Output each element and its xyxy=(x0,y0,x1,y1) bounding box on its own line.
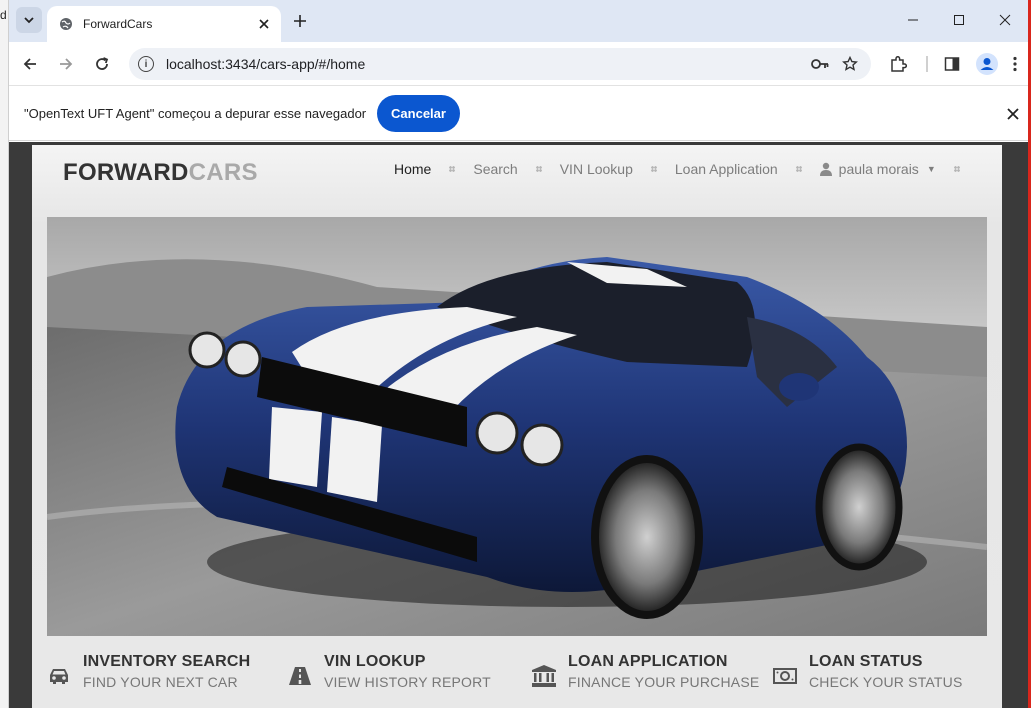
site-logo[interactable]: FORWARDCARS xyxy=(63,159,258,187)
feature-text: LOAN STATUS CHECK YOUR STATUS xyxy=(809,653,963,705)
feature-title: INVENTORY SEARCH xyxy=(83,653,251,670)
feature-vin-lookup[interactable]: VIN LOOKUP VIEW HISTORY REPORT xyxy=(286,653,491,705)
user-name: paula morais xyxy=(838,161,919,177)
browser-window: ForwardCars i localhost:3434/cars-app/#/… xyxy=(9,0,1028,708)
hero-car-illustration xyxy=(47,217,987,636)
bank-icon xyxy=(530,662,558,690)
star-icon xyxy=(842,56,858,71)
nav-loan-application[interactable]: Loan Application xyxy=(675,161,778,177)
minimize-button[interactable] xyxy=(890,0,936,40)
logo-forward: FORWARD xyxy=(63,159,189,186)
feature-text: LOAN APPLICATION FINANCE YOUR PURCHASE xyxy=(568,653,759,705)
url-text[interactable]: localhost:3434/cars-app/#/home xyxy=(166,56,805,72)
road-icon xyxy=(286,662,314,690)
site-info-icon[interactable]: i xyxy=(138,56,154,72)
puzzle-icon xyxy=(891,55,907,72)
background-text-fragment: d xyxy=(0,8,7,22)
side-panel-icon xyxy=(944,57,960,71)
feature-text: VIN LOOKUP VIEW HISTORY REPORT xyxy=(324,653,491,705)
reload-icon xyxy=(96,57,109,70)
nav-separator xyxy=(795,166,802,172)
tab-title: ForwardCars xyxy=(83,17,153,31)
nav-user-menu[interactable]: paula morais ▼ xyxy=(819,161,936,177)
nav-separator xyxy=(650,166,657,172)
feature-subtitle: FINANCE YOUR PURCHASE xyxy=(568,674,760,690)
money-icon xyxy=(771,662,799,690)
feature-text: INVENTORY SEARCH FIND YOUR NEXT CAR xyxy=(83,653,250,705)
window-controls xyxy=(890,0,1028,42)
main-navigation: Home Search VIN Lookup Loan Application … xyxy=(394,158,978,180)
plus-icon xyxy=(294,15,306,27)
minimize-icon xyxy=(908,19,918,21)
maximize-icon xyxy=(954,15,964,25)
browser-toolbar: i localhost:3434/cars-app/#/home xyxy=(9,42,1028,86)
hero-image xyxy=(47,217,987,636)
feature-links: INVENTORY SEARCH FIND YOUR NEXT CAR VIN … xyxy=(45,653,995,705)
feature-loan-status[interactable]: LOAN STATUS CHECK YOUR STATUS xyxy=(771,653,963,705)
feature-loan-application[interactable]: LOAN APPLICATION FINANCE YOUR PURCHASE xyxy=(530,653,759,705)
globe-icon xyxy=(59,17,73,31)
toolbar-divider xyxy=(926,56,928,72)
cancel-debugging-button[interactable]: Cancelar xyxy=(377,95,460,132)
close-icon xyxy=(999,14,1011,26)
password-key-button[interactable] xyxy=(805,50,835,78)
feature-subtitle: CHECK YOUR STATUS xyxy=(809,674,963,690)
nav-separator xyxy=(535,166,542,172)
bookmark-star-button[interactable] xyxy=(835,50,865,78)
tab-search-button[interactable] xyxy=(16,7,42,33)
caret-down-icon: ▼ xyxy=(926,164,936,174)
key-icon xyxy=(811,59,829,69)
back-button[interactable] xyxy=(16,50,44,78)
forwardcars-site: FORWARDCARS Home Search VIN Lookup Loan … xyxy=(32,145,1002,708)
feature-inventory-search[interactable]: INVENTORY SEARCH FIND YOUR NEXT CAR xyxy=(45,653,250,705)
address-bar[interactable]: i localhost:3434/cars-app/#/home xyxy=(129,48,871,80)
nav-search[interactable]: Search xyxy=(473,161,517,177)
avatar-icon xyxy=(976,53,998,75)
close-icon xyxy=(259,19,269,29)
tab-forwardcars[interactable]: ForwardCars xyxy=(47,6,281,42)
extensions-button[interactable] xyxy=(884,50,912,78)
background-window-edge: d xyxy=(0,0,9,708)
chevron-down-icon xyxy=(24,17,34,24)
car-icon xyxy=(45,662,73,690)
tab-strip: ForwardCars xyxy=(9,0,1028,42)
side-panel-button[interactable] xyxy=(938,50,966,78)
arrow-left-icon xyxy=(23,58,36,70)
feature-subtitle: FIND YOUR NEXT CAR xyxy=(83,674,238,690)
page-viewport: FORWARDCARS Home Search VIN Lookup Loan … xyxy=(9,142,1028,708)
new-tab-button[interactable] xyxy=(287,8,313,34)
profile-button[interactable] xyxy=(973,50,1001,78)
feature-subtitle: VIEW HISTORY REPORT xyxy=(324,674,491,690)
feature-title: LOAN APPLICATION xyxy=(568,653,728,670)
more-vertical-icon xyxy=(1013,56,1017,72)
nav-home[interactable]: Home xyxy=(394,161,431,177)
nav-vin-lookup[interactable]: VIN Lookup xyxy=(560,161,633,177)
maximize-button[interactable] xyxy=(936,0,982,40)
debugging-infobar: "OpenText UFT Agent" começou a depurar e… xyxy=(9,87,1028,141)
browser-menu-button[interactable] xyxy=(1006,50,1024,78)
arrow-right-icon xyxy=(60,58,73,70)
nav-separator xyxy=(953,166,960,172)
close-icon xyxy=(1007,108,1019,120)
feature-title: LOAN STATUS xyxy=(809,653,923,670)
nav-separator xyxy=(449,166,456,172)
reload-button[interactable] xyxy=(88,50,116,78)
logo-cars: CARS xyxy=(188,159,258,186)
infobar-close-button[interactable] xyxy=(1004,105,1022,123)
infobar-message: "OpenText UFT Agent" começou a depurar e… xyxy=(24,106,367,121)
forward-button[interactable] xyxy=(52,50,80,78)
user-icon xyxy=(819,162,832,176)
tab-close-button[interactable] xyxy=(255,15,273,33)
close-window-button[interactable] xyxy=(982,0,1028,40)
feature-title: VIN LOOKUP xyxy=(324,653,426,670)
